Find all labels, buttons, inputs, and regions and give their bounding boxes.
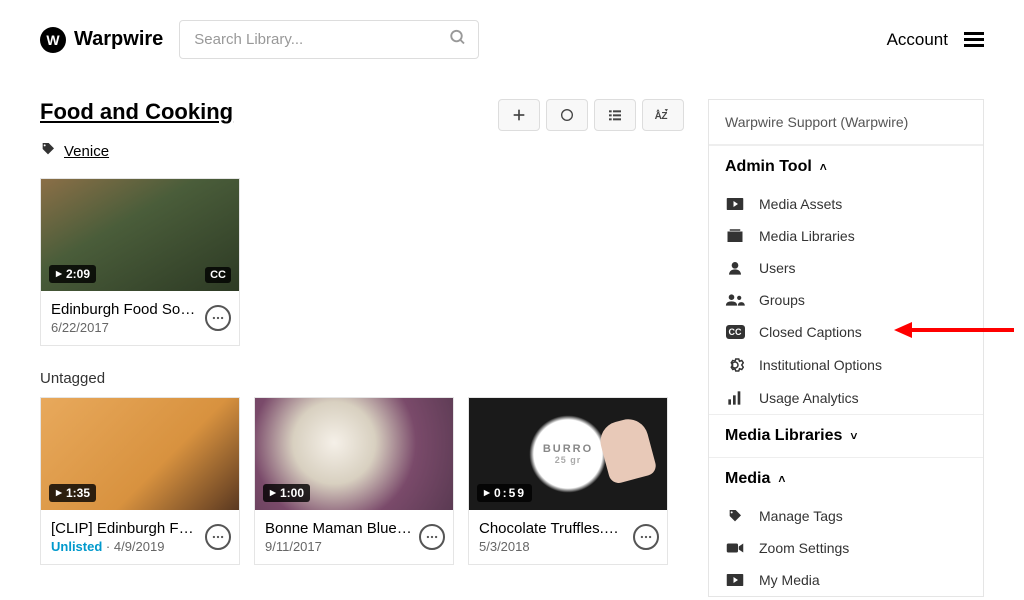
sidebar-support: Warpwire Support (Warpwire) [709,100,983,145]
brand-name: Warpwire [74,28,163,51]
cc-badge: CC [205,267,231,283]
media-thumbnail[interactable]: 2:09 CC [41,179,239,291]
card-menu-button[interactable] [633,524,659,550]
sidebar-item-media-assets[interactable]: Media Assets [709,188,983,220]
tag-icon [725,508,745,524]
svg-text:Z: Z [661,111,667,122]
card-menu-button[interactable] [205,305,231,331]
sidebar-item-label: Users [759,260,796,276]
sidebar-item-label: My Media [759,572,820,588]
sidebar-item-label: Media Libraries [759,228,855,244]
media-card[interactable]: 2:09 CC Edinburgh Food Soci... 6/22/2017 [40,178,240,346]
add-button[interactable] [498,99,540,131]
groups-icon [725,293,745,307]
camera-icon [725,541,745,555]
list-view-button[interactable] [594,99,636,131]
thumb-overlay-subtext: 25 gr [555,455,582,465]
sidebar: Warpwire Support (Warpwire) Admin Tool˄ M… [708,99,984,597]
user-icon [725,260,745,276]
media-card[interactable]: 1:35 [CLIP] Edinburgh Fo... Unlisted · 4/9… [40,397,240,565]
search-box [179,20,479,59]
sidebar-item-label: Media Assets [759,196,842,212]
sidebar-item-my-media[interactable]: My Media [709,564,983,596]
duration-badge: 0:59 [477,484,532,502]
library-icon [725,228,745,244]
chevron-down-icon: ˅ [850,429,857,443]
account-area: Account [887,30,984,50]
card-body: Chocolate Truffles.mp4 5/3/2018 [469,510,667,564]
media-title: Bonne Maman Blueb... [265,520,443,537]
menu-icon[interactable] [964,32,984,47]
video-play-icon [725,573,745,587]
media-thumbnail[interactable]: 1:35 [41,398,239,510]
sidebar-item-label: Institutional Options [759,357,882,373]
search-icon[interactable] [449,28,467,51]
sidebar-item-label: Groups [759,292,805,308]
media-meta: 5/3/2018 [479,539,657,554]
card-body: Edinburgh Food Soci... 6/22/2017 [41,291,239,345]
toolbar-buttons: AZ [498,99,684,131]
sidebar-item-zoom-settings[interactable]: Zoom Settings [709,532,983,564]
card-menu-button[interactable] [205,524,231,550]
chevron-up-icon: ˄ [820,160,827,174]
unlisted-label: Unlisted [51,539,102,554]
media-title: Edinburgh Food Soci... [51,301,229,318]
media-card[interactable]: 1:00 Bonne Maman Blueb... 9/11/2017 [254,397,454,565]
tagged-media-grid: 2:09 CC Edinburgh Food Soci... 6/22/2017 [40,178,684,346]
video-play-icon [725,197,745,211]
sidebar-section-title[interactable]: Media˄ [709,457,983,500]
media-thumbnail[interactable]: 1:00 [255,398,453,510]
media-thumbnail[interactable]: BURRO25 gr 0:59 [469,398,667,510]
sidebar-section-title[interactable]: Admin Tool˄ [709,145,983,188]
annotation-arrow [894,322,1014,338]
sidebar-section-title[interactable]: Media Libraries˅ [709,414,983,457]
chevron-up-icon: ˄ [778,472,785,486]
media-title: Chocolate Truffles.mp4 [479,520,657,537]
page-title[interactable]: Food and Cooking [40,99,233,125]
tag-link[interactable]: Venice [64,143,109,160]
duration-badge: 1:35 [49,484,96,502]
decorative-hand [596,415,658,485]
sidebar-item-institutional-options[interactable]: Institutional Options [709,348,983,382]
logo[interactable]: W Warpwire [40,27,163,53]
media-card[interactable]: BURRO25 gr 0:59 Chocolate Truffles.mp4 5/3/… [468,397,668,565]
duration-badge: 2:09 [49,265,96,283]
thumb-overlay-text: BURRO [543,443,593,455]
untagged-label: Untagged [40,370,684,387]
header: W Warpwire Account [0,0,1024,79]
card-body: Bonne Maman Blueb... 9/11/2017 [255,510,453,564]
sidebar-item-usage-analytics[interactable]: Usage Analytics [709,382,983,414]
media-meta: 6/22/2017 [51,320,229,335]
sidebar-item-users[interactable]: Users [709,252,983,284]
account-link[interactable]: Account [887,30,948,50]
sidebar-item-label: Usage Analytics [759,390,859,406]
media-title: [CLIP] Edinburgh Fo... [51,520,229,537]
logo-icon: W [40,27,66,53]
untagged-media-grid: 1:35 [CLIP] Edinburgh Fo... Unlisted · 4/9… [40,397,684,565]
tag-icon [40,141,56,162]
record-button[interactable] [546,99,588,131]
media-meta: Unlisted · 4/9/2019 [51,539,229,554]
card-menu-button[interactable] [419,524,445,550]
sort-button[interactable]: AZ [642,99,684,131]
duration-badge: 1:00 [263,484,310,502]
search-input[interactable] [179,20,479,59]
sidebar-item-label: Closed Captions [759,324,862,340]
sidebar-item-label: Zoom Settings [759,540,849,556]
card-body: [CLIP] Edinburgh Fo... Unlisted · 4/9/201… [41,510,239,564]
sidebar-item-label: Manage Tags [759,508,843,524]
chart-icon [725,390,745,406]
media-meta: 9/11/2017 [265,539,443,554]
tag-row: Venice [40,141,684,162]
sidebar-item-manage-tags[interactable]: Manage Tags [709,500,983,532]
cc-icon: CC [725,325,745,339]
sidebar-item-groups[interactable]: Groups [709,284,983,316]
content-area: Food and Cooking AZ Veni [40,99,684,597]
sidebar-item-media-libraries-admin[interactable]: Media Libraries [709,220,983,252]
gear-icon [725,356,745,374]
